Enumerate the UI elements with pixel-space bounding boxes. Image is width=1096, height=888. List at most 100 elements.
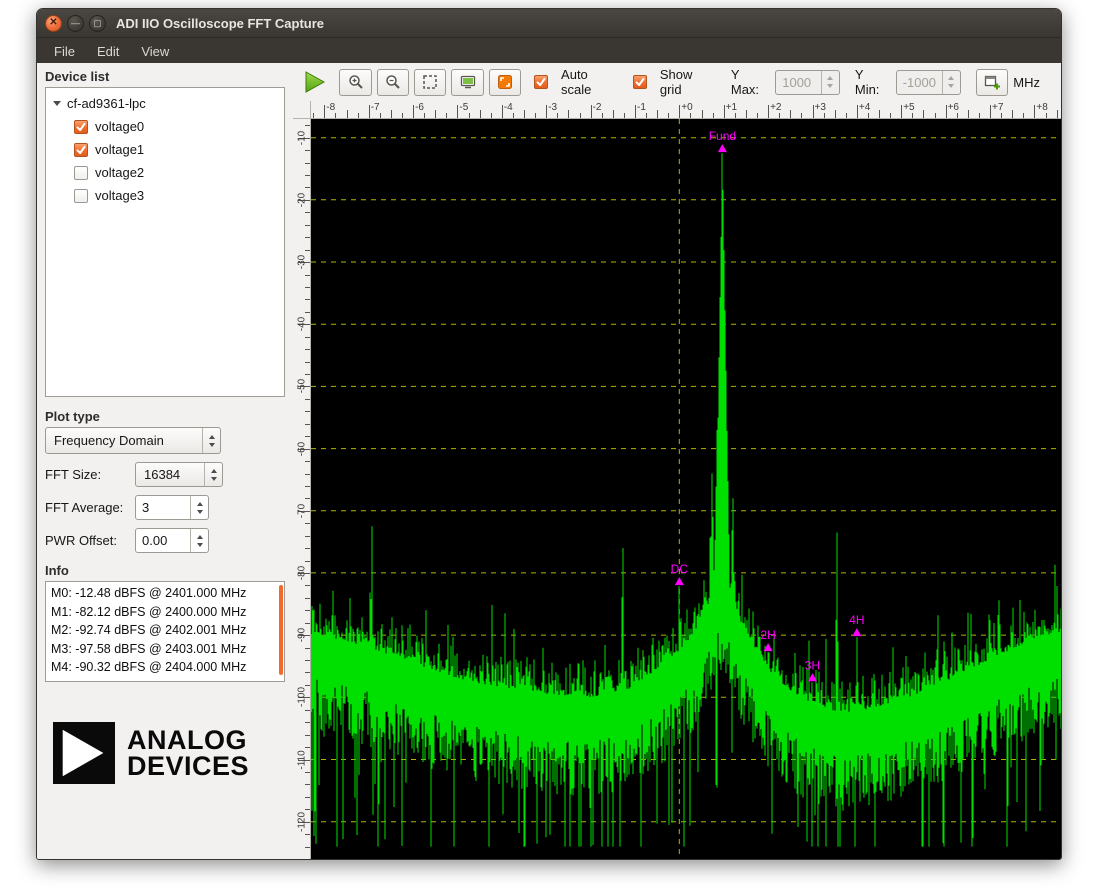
y-tick-label: -40: [297, 317, 308, 331]
ymin-input[interactable]: -1000: [896, 70, 961, 95]
channel-checkbox-voltage0[interactable]: [74, 120, 88, 134]
zoom-out-button[interactable]: [377, 69, 409, 96]
ruler-tick: [1023, 113, 1024, 118]
chevron-down-icon: [197, 543, 203, 547]
pwr-offset-value: 0.00: [136, 533, 190, 548]
pwr-offset-stepper[interactable]: [190, 529, 208, 552]
ruler-tick: [846, 113, 847, 118]
ruler-tick: [305, 374, 310, 375]
check-icon: [75, 121, 87, 133]
y-tick-label: -100: [297, 687, 308, 707]
ruler-tick: [868, 113, 869, 118]
ruler-tick: [1046, 113, 1047, 118]
ruler-tick: [305, 797, 310, 798]
ruler-tick: [491, 113, 492, 118]
ruler-tick: [305, 585, 310, 586]
close-button[interactable]: ✕: [45, 15, 62, 32]
device-tree[interactable]: cf-ad9361-lpcvoltage0voltage1voltage2vol…: [45, 87, 285, 397]
menu-edit[interactable]: Edit: [86, 38, 130, 64]
x-tick-label: +1: [726, 102, 737, 113]
titlebar[interactable]: ✕—▢ ADI IIO Oscilloscope FFT Capture: [37, 9, 1061, 38]
adi-logo-line1: ANALOG: [127, 727, 249, 753]
ymax-value: 1000: [776, 75, 821, 90]
x-tick-label: +8: [1036, 102, 1047, 113]
ruler-tick: [990, 105, 991, 118]
ruler-tick: [1057, 110, 1058, 118]
ruler-tick: [369, 105, 370, 118]
ruler-tick: [305, 610, 310, 611]
ruler-tick: [580, 113, 581, 118]
ruler-tick: [305, 685, 310, 686]
expander-icon[interactable]: [53, 101, 61, 106]
plot-type-stepper[interactable]: [202, 428, 220, 453]
plot-type-label: Plot type: [45, 409, 285, 424]
x-tick-label: +6: [948, 102, 959, 113]
save-capture-button[interactable]: [451, 69, 483, 96]
y-tick-label: -20: [297, 193, 308, 207]
fft-size-stepper[interactable]: [204, 463, 222, 486]
device-list-label: Device list: [45, 69, 285, 84]
ruler-tick: [702, 110, 703, 118]
pwr-offset-input[interactable]: 0.00: [135, 528, 209, 553]
ruler-tick: [305, 237, 310, 238]
new-plot-icon: [984, 74, 1001, 91]
x-tick-label: -4: [504, 102, 513, 113]
info-line: M2: -92.74 dBFS @ 2402.001 MHz: [51, 621, 279, 640]
new-plot-button[interactable]: [976, 69, 1008, 96]
chevron-up-icon: [197, 502, 203, 506]
x-tick-label: +4: [859, 102, 870, 113]
ruler-tick: [305, 648, 310, 649]
fft-average-input[interactable]: 3: [135, 495, 209, 520]
ruler-tick: [1001, 113, 1002, 118]
channel-row-voltage1[interactable]: voltage1: [48, 138, 282, 161]
channel-checkbox-voltage3[interactable]: [74, 189, 88, 203]
capture-play-button[interactable]: [300, 68, 327, 96]
x-tick-label: -8: [326, 102, 335, 113]
ruler-tick: [305, 225, 310, 226]
fft-size-value: 16384: [136, 467, 204, 482]
ruler-tick: [305, 735, 310, 736]
ruler-tick: [535, 113, 536, 118]
channel-row-voltage0[interactable]: voltage0: [48, 115, 282, 138]
x-tick-label: +5: [903, 102, 914, 113]
ruler-tick: [746, 110, 747, 118]
maximize-button[interactable]: ▢: [89, 15, 106, 32]
chevron-up-icon: [948, 76, 954, 80]
plot-type-select[interactable]: Frequency Domain: [45, 427, 221, 454]
info-scrollbar[interactable]: [279, 585, 283, 675]
zoom-fit-button[interactable]: [414, 69, 446, 96]
ruler-tick: [305, 362, 310, 363]
plot-area[interactable]: FundDC2H3H4H: [311, 119, 1061, 859]
zoom-in-button[interactable]: [339, 69, 371, 96]
fullscreen-button[interactable]: [489, 69, 521, 96]
x-tick-label: +7: [992, 102, 1003, 113]
check-icon: [634, 76, 646, 88]
ruler-tick: [305, 474, 310, 475]
fft-average-stepper[interactable]: [190, 496, 208, 519]
channel-row-voltage2[interactable]: voltage2: [48, 161, 282, 184]
ymax-input[interactable]: 1000: [775, 70, 840, 95]
show-grid-checkbox[interactable]: Show grid: [633, 67, 716, 97]
minimize-button[interactable]: —: [67, 15, 84, 32]
channel-checkbox-voltage1[interactable]: [74, 143, 88, 157]
ruler-tick: [901, 105, 902, 118]
marker-arrow-DC: [675, 577, 684, 585]
ymax-stepper[interactable]: [821, 71, 839, 94]
fft-plot[interactable]: FundDC2H3H4H: [311, 119, 1061, 859]
menu-file[interactable]: File: [43, 38, 86, 64]
ymin-stepper[interactable]: [942, 71, 960, 94]
ruler-tick: [435, 110, 436, 118]
fft-size-select[interactable]: 16384: [135, 462, 223, 487]
auto-scale-checkbox[interactable]: Auto scale: [534, 67, 620, 97]
ruler-tick: [324, 105, 325, 118]
device-row[interactable]: cf-ad9361-lpc: [48, 92, 282, 115]
ruler-tick: [380, 113, 381, 118]
channel-checkbox-voltage2[interactable]: [74, 166, 88, 180]
ruler-tick: [305, 299, 310, 300]
auto-scale-checkbox-box[interactable]: [534, 75, 548, 89]
ruler-tick: [305, 175, 310, 176]
ruler-tick: [305, 722, 310, 723]
menu-view[interactable]: View: [130, 38, 180, 64]
show-grid-checkbox-box[interactable]: [633, 75, 647, 89]
channel-row-voltage3[interactable]: voltage3: [48, 184, 282, 207]
